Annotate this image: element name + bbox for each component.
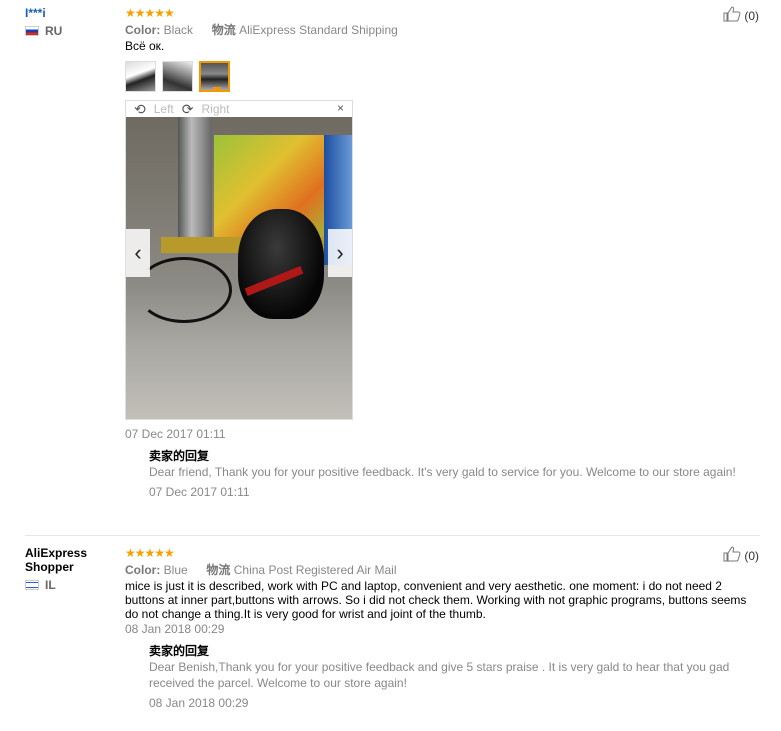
star-rating: ★★★★★ — [125, 546, 175, 560]
seller-reply-text: Dear friend, Thank you for your positive… — [149, 465, 736, 479]
helpful-count: (0) — [744, 8, 759, 23]
color-label: Color: — [125, 23, 161, 37]
order-info: Color: Blue 物流 China Post Registered Air… — [125, 562, 761, 578]
thumbs-up-icon — [723, 546, 741, 565]
reviewer-name: AliExpress Shopper — [25, 546, 88, 574]
thumbs-up-icon — [723, 6, 741, 25]
photo-viewer-toolbar: ⟲ Left ⟳ Right × — [126, 101, 352, 117]
review-date: 07 Dec 2017 01:11 — [125, 427, 226, 441]
color-value: Black — [163, 23, 194, 37]
helpful-button[interactable]: (0) — [723, 6, 759, 25]
review-date: 08 Jan 2018 00:29 — [125, 622, 225, 636]
reviewer-country: IL — [25, 578, 120, 592]
seller-reply: 卖家的回复 Dear friend, Thank you for your po… — [149, 448, 761, 500]
color-label: Color: — [125, 563, 161, 577]
order-info: Color: Black 物流 AliExpress Standard Ship… — [125, 22, 761, 38]
photo-thumbnail[interactable] — [125, 61, 156, 92]
photo-cable — [136, 257, 232, 323]
review-text: Всё ок. — [125, 39, 165, 53]
next-photo-button[interactable]: › — [328, 229, 352, 277]
review-divider — [25, 535, 760, 536]
logistics-label: 物流 — [211, 23, 236, 37]
logistics-value: AliExpress Standard Shipping — [239, 23, 398, 37]
rotate-left-icon[interactable]: ⟲ — [134, 101, 146, 118]
review-item: AliExpress Shopper IL ★★★★★ Color: Blue … — [0, 546, 781, 731]
il-flag-icon — [25, 580, 39, 590]
photo-viewer: ⟲ Left ⟳ Right × ‹ › — [125, 100, 353, 420]
rotate-right-label[interactable]: Right — [201, 102, 229, 116]
seller-reply-date: 08 Jan 2018 00:29 — [149, 696, 249, 710]
helpful-button[interactable]: (0) — [723, 546, 759, 565]
seller-reply-title: 卖家的回复 — [149, 449, 210, 463]
photo-thumbnail-selected[interactable] — [199, 61, 230, 92]
photo-mouse — [238, 209, 324, 319]
review-photo: ‹ › — [126, 117, 352, 419]
logistics-value: China Post Registered Air Mail — [233, 563, 397, 577]
star-rating: ★★★★★ — [125, 6, 175, 20]
photo-thumbnail[interactable] — [162, 61, 193, 92]
seller-reply-text: Dear Benish,Thank you for your positive … — [149, 660, 730, 690]
review-text: mice is just it is described, work with … — [125, 579, 747, 621]
seller-reply: 卖家的回复 Dear Benish,Thank you for your pos… — [149, 643, 761, 711]
reviewer-country: RU — [25, 24, 120, 38]
country-code: IL — [45, 578, 56, 592]
seller-reply-title: 卖家的回复 — [149, 644, 210, 658]
review-item: I***i RU ★★★★★ Color: Black 物流 AliExpres… — [0, 6, 781, 531]
prev-photo-button[interactable]: ‹ — [126, 229, 150, 277]
photo-bottle — [178, 117, 212, 242]
close-icon[interactable]: × — [337, 101, 344, 115]
helpful-count: (0) — [744, 548, 759, 563]
rotate-left-label[interactable]: Left — [154, 102, 174, 116]
photo-thumbnails — [125, 61, 761, 92]
logistics-label: 物流 — [206, 563, 231, 577]
country-code: RU — [45, 24, 63, 38]
seller-reply-date: 07 Dec 2017 01:11 — [149, 485, 250, 499]
reviewer-name[interactable]: I***i — [25, 6, 120, 20]
color-value: Blue — [163, 563, 188, 577]
rotate-right-icon[interactable]: ⟳ — [182, 101, 194, 118]
ru-flag-icon — [25, 26, 39, 36]
